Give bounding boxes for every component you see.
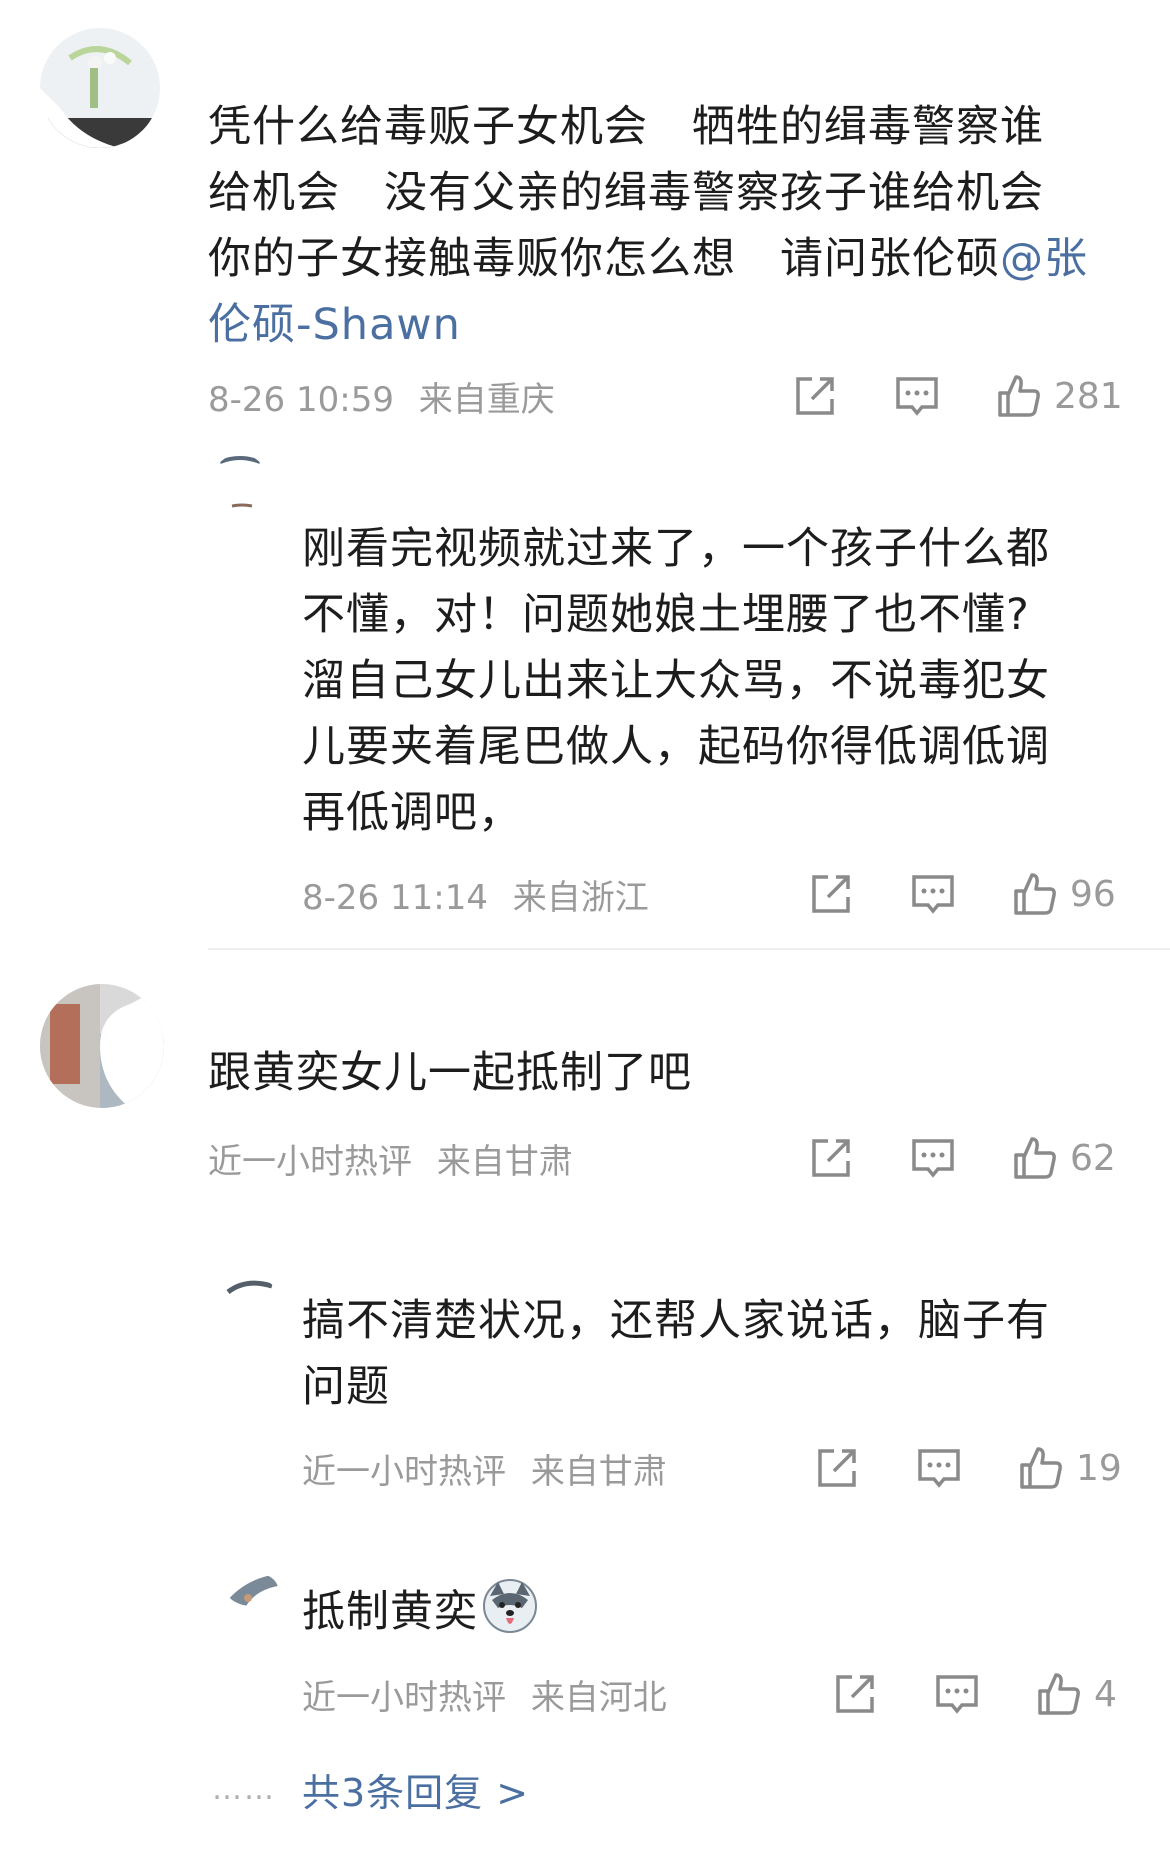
share-icon[interactable] — [790, 371, 840, 421]
reply-location: 来自河北 — [530, 1678, 667, 1718]
reply-text: 抵制黄奕 — [302, 1578, 1142, 1645]
reply-line: 不懂，对！问题她娘土埋腰了也不懂? — [302, 590, 1030, 640]
comment-line: 凭什么给毒贩子女机会 牺牲的缉毒警察谁 — [208, 102, 1044, 152]
avatar[interactable] — [40, 28, 160, 148]
like-icon[interactable] — [1034, 1669, 1084, 1719]
reply-actions: 96 — [806, 864, 1116, 924]
comment-location: 来自重庆 — [418, 380, 555, 420]
reply-line: 溜自己女儿出来让大众骂，不说毒犯女 — [302, 656, 1050, 706]
comment-icon[interactable] — [908, 1133, 958, 1183]
avatar[interactable] — [226, 1278, 274, 1300]
comment-icon[interactable] — [932, 1669, 982, 1719]
comment-meta: 近一小时热评 来自甘肃 — [208, 1134, 587, 1183]
reply-line: 问题 — [302, 1362, 390, 1412]
like-icon[interactable] — [1010, 1133, 1060, 1183]
comment-icon[interactable] — [892, 371, 942, 421]
comment-time: 近一小时热评 — [208, 1142, 412, 1182]
comment-line-text: 你的子女接触毒贩你怎么想 请问张伦硕 — [208, 234, 1000, 284]
reply-line: 再低调吧， — [302, 788, 522, 838]
divider — [208, 948, 1170, 950]
like-icon[interactable] — [1010, 869, 1060, 919]
reply-meta: 8-26 11:14 来自浙江 — [302, 870, 663, 919]
reply-line: 搞不清楚状况，还帮人家说话，脑子有 — [302, 1296, 1050, 1346]
like-count: 62 — [1070, 1137, 1116, 1179]
comment-icon[interactable] — [908, 869, 958, 919]
comment-line: 给机会 没有父亲的缉毒警察孩子谁给机会 — [208, 168, 1044, 218]
reply-location: 来自甘肃 — [530, 1452, 667, 1492]
mention-link[interactable]: 伦硕-Shawn — [208, 292, 1138, 358]
reply-time: 近一小时热评 — [302, 1678, 506, 1718]
more-replies-dots: …… — [212, 1772, 276, 1807]
reply-line: 抵制黄奕 — [302, 1578, 1142, 1645]
avatar[interactable] — [212, 454, 268, 510]
share-icon[interactable] — [806, 1133, 856, 1183]
reply-time: 近一小时热评 — [302, 1452, 506, 1492]
reply-text: 搞不清楚状况，还帮人家说话，脑子有 问题 — [302, 1288, 1142, 1420]
reply-actions: 19 — [812, 1438, 1122, 1498]
like-count: 4 — [1094, 1673, 1117, 1715]
avatar[interactable] — [226, 1572, 278, 1606]
comment-line: 你的子女接触毒贩你怎么想 请问张伦硕@张 — [208, 226, 1138, 292]
comment-actions: 62 — [806, 1128, 1116, 1188]
reply-line: 刚看完视频就过来了，一个孩子什么都 — [302, 524, 1050, 574]
comment-actions: 281 — [790, 366, 1123, 426]
husky-emoji — [482, 1578, 538, 1634]
mention-link[interactable]: @张 — [1000, 234, 1088, 284]
comment-line: 跟黄奕女儿一起抵制了吧 — [208, 1048, 692, 1098]
reply-actions: 4 — [830, 1664, 1117, 1724]
like-count: 281 — [1054, 375, 1123, 417]
comment-location: 来自甘肃 — [436, 1142, 573, 1182]
share-icon[interactable] — [830, 1669, 880, 1719]
reply-text: 刚看完视频就过来了，一个孩子什么都 不懂，对！问题她娘土埋腰了也不懂? 溜自己女… — [302, 516, 1142, 846]
comment-time: 8-26 10:59 — [208, 380, 394, 420]
reply-line: 儿要夹着尾巴做人，起码你得低调低调 — [302, 722, 1050, 772]
share-icon[interactable] — [806, 869, 856, 919]
comment-icon[interactable] — [914, 1443, 964, 1493]
like-count: 19 — [1076, 1447, 1122, 1489]
share-icon[interactable] — [812, 1443, 862, 1493]
like-count: 96 — [1070, 873, 1116, 915]
comment-text: 凭什么给毒贩子女机会 牺牲的缉毒警察谁 给机会 没有父亲的缉毒警察孩子谁给机会 … — [208, 94, 1138, 358]
reply-time: 8-26 11:14 — [302, 878, 488, 918]
comment-meta: 8-26 10:59 来自重庆 — [208, 372, 569, 421]
reply-location: 来自浙江 — [512, 878, 649, 918]
avatar[interactable] — [40, 984, 164, 1108]
comment-text: 跟黄奕女儿一起抵制了吧 — [208, 1040, 1138, 1106]
like-icon[interactable] — [994, 371, 1044, 421]
more-replies-link[interactable]: 共3条回复 > — [302, 1762, 529, 1817]
reply-meta: 近一小时热评 来自甘肃 — [302, 1444, 681, 1493]
like-icon[interactable] — [1016, 1443, 1066, 1493]
reply-meta: 近一小时热评 来自河北 — [302, 1670, 681, 1719]
reply-line-text: 抵制黄奕 — [302, 1587, 478, 1637]
